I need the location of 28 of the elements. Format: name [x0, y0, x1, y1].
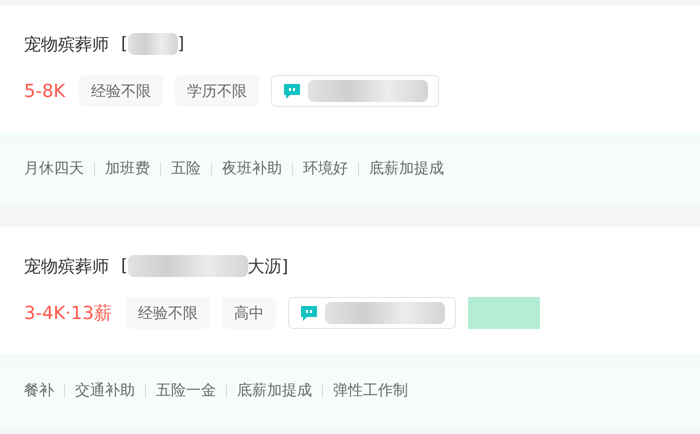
benefit-text: 底薪加提成 — [369, 159, 444, 178]
benefit-text: 夜班补助 — [222, 159, 282, 178]
job-title[interactable]: 宠物殡葬师 — [24, 254, 109, 278]
chat-icon — [282, 81, 302, 101]
benefit-text: 弹性工作制 — [333, 381, 408, 400]
requirement-tag: 经验不限 — [79, 75, 164, 107]
location-text: [ — [121, 256, 128, 276]
requirement-tag: 学历不限 — [175, 75, 260, 107]
benefit-text: 餐补 — [24, 381, 54, 400]
benefit-text: 加班费 — [105, 159, 150, 178]
chat-icon — [298, 303, 319, 323]
blurred-block — [128, 33, 178, 55]
benefit-text: 月休四天 — [24, 159, 84, 178]
salary: 3-4K·13薪 — [24, 302, 112, 325]
location-text: [ — [121, 34, 128, 54]
benefit-text: 五险 — [171, 159, 201, 178]
benefit-text: 交通补助 — [75, 381, 135, 400]
requirement-tag: 高中 — [222, 297, 276, 329]
requirement-tag: 经验不限 — [126, 297, 210, 329]
benefit-text: 环境好 — [303, 159, 348, 178]
salary: 5-8K — [24, 80, 66, 102]
location-text: 大沥] — [248, 256, 288, 278]
location-text: ] — [178, 34, 184, 54]
chat-tag[interactable] — [288, 297, 456, 329]
benefit-text: 五险一金 — [156, 381, 216, 400]
benefit-text: 底薪加提成 — [237, 381, 312, 400]
job-title[interactable]: 宠物殡葬师 — [24, 32, 109, 56]
chat-tag[interactable] — [271, 75, 440, 107]
